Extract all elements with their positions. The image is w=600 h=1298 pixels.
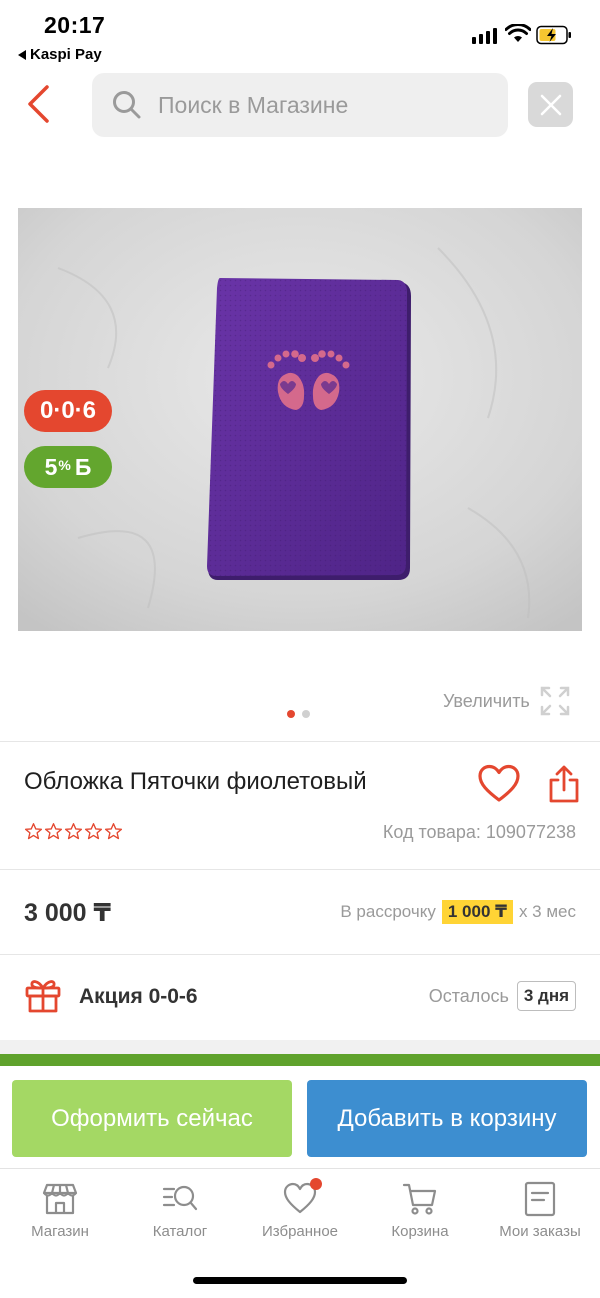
enlarge-button[interactable]: Увеличить	[443, 686, 570, 716]
cellular-signal-icon	[472, 28, 497, 44]
back-triangle-icon	[18, 49, 26, 60]
divider	[0, 954, 600, 955]
accent-line	[0, 1054, 600, 1066]
tab-orders[interactable]: Мои заказы	[480, 1169, 600, 1248]
bonus-badge: 5% Б	[24, 446, 112, 488]
bottom-tab-bar: Магазин Каталог Избранное Корзина Мои за…	[0, 1168, 600, 1248]
tab-favorites[interactable]: Избранное	[240, 1169, 360, 1248]
star-outline-icon	[64, 823, 83, 840]
checkout-now-button[interactable]: Оформить сейчас	[12, 1080, 292, 1157]
search-icon	[113, 91, 141, 119]
search-bar[interactable]	[92, 73, 508, 137]
installment-amount: 1 000 ₸	[441, 900, 513, 924]
wifi-icon	[505, 24, 531, 42]
tab-label: Корзина	[391, 1223, 449, 1240]
tab-catalog[interactable]: Каталог	[120, 1169, 240, 1248]
catalog-search-icon	[162, 1185, 198, 1211]
star-outline-icon	[44, 823, 63, 840]
bonus-currency: Б	[74, 453, 92, 480]
star-outline-icon	[104, 823, 123, 840]
notification-dot	[310, 1178, 322, 1190]
installment-suffix: x 3 мес	[518, 902, 576, 921]
bonus-percent-sign: %	[58, 457, 71, 473]
home-indicator[interactable]	[193, 1277, 407, 1284]
status-time: 20:17	[44, 12, 106, 38]
shop-icon	[42, 1183, 78, 1215]
tab-shop[interactable]: Магазин	[0, 1169, 120, 1248]
promo-title[interactable]: Акция 0-0-6	[79, 985, 198, 1009]
rating-stars[interactable]	[24, 822, 123, 841]
chevron-left-icon	[28, 85, 49, 123]
bonus-percent: 5	[44, 453, 58, 480]
section-separator	[0, 1040, 600, 1054]
tab-label: Мои заказы	[499, 1223, 581, 1240]
share-button[interactable]	[548, 764, 580, 804]
tab-label: Каталог	[152, 1223, 208, 1240]
enlarge-label: Увеличить	[443, 690, 530, 711]
back-to-app-link[interactable]: Kaspi Pay	[18, 46, 102, 63]
battery-charging-icon	[536, 25, 571, 45]
expand-icon	[540, 686, 570, 716]
product-price: 3 000 ₸	[24, 899, 111, 927]
search-input[interactable]	[158, 91, 488, 119]
pagination-dot	[287, 710, 295, 718]
heart-icon	[478, 764, 520, 802]
divider	[0, 869, 600, 870]
back-app-label: Kaspi Pay	[30, 46, 102, 63]
tab-label: Избранное	[261, 1223, 339, 1240]
remaining-days: 3 дня	[516, 981, 576, 1011]
tab-label: Магазин	[31, 1223, 89, 1240]
divider	[0, 741, 600, 742]
image-pagination	[287, 710, 310, 718]
clear-search-button[interactable]	[528, 82, 573, 127]
installment-info[interactable]: В рассрочку 1 000 ₸ x 3 мес	[340, 900, 576, 924]
add-to-cart-button[interactable]: Добавить в корзину	[307, 1080, 587, 1157]
star-outline-icon	[84, 823, 103, 840]
status-bar: 20:17 Kaspi Pay	[0, 0, 600, 70]
tab-cart[interactable]: Корзина	[360, 1169, 480, 1248]
back-button[interactable]	[18, 82, 58, 126]
installment-prefix: В рассрочку	[340, 902, 436, 921]
cart-icon	[402, 1183, 437, 1215]
share-icon	[549, 765, 579, 803]
add-to-favorites-button[interactable]	[477, 764, 521, 804]
gift-icon	[25, 980, 61, 1013]
product-title: Обложка Пяточки фиолетовый	[24, 768, 367, 795]
star-outline-icon	[24, 823, 43, 840]
pagination-dot	[302, 710, 310, 718]
promo-remaining: Осталось 3 дня	[429, 981, 576, 1011]
remaining-label: Осталось	[428, 985, 509, 1006]
product-code: Код товара: 109077238	[382, 822, 576, 842]
badge-0-0-6: 0·0·6	[24, 390, 112, 432]
close-icon	[540, 94, 561, 115]
orders-icon	[524, 1181, 556, 1217]
